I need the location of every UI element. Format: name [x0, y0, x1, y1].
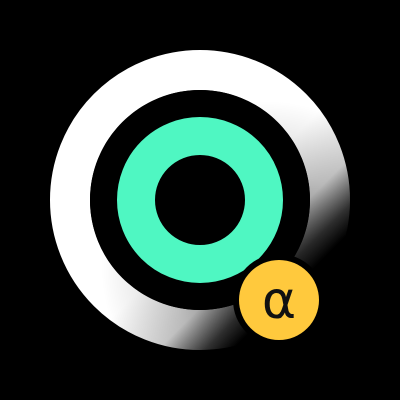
alpha-badge-label: α [262, 271, 296, 331]
app-icon-artwork: α [0, 0, 400, 400]
alpha-badge-icon: α [233, 254, 325, 346]
app-icon: α [0, 0, 400, 400]
